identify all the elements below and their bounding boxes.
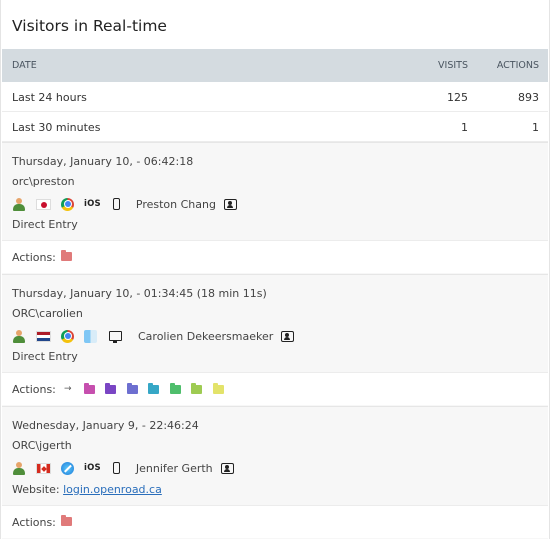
safari-icon — [61, 461, 74, 475]
table-header: DATE VISITS ACTIONS — [2, 49, 548, 82]
visit-user: orc\preston — [12, 175, 75, 188]
referrer-link[interactable]: login.openroad.ca — [63, 483, 162, 496]
folder-icon[interactable] — [83, 382, 95, 394]
visitor-profile-icon[interactable] — [12, 197, 26, 211]
visit-icons: iOS Preston Chang — [12, 196, 247, 212]
visit-datetime: Wednesday, January 9, - 22:46:24 — [12, 419, 199, 432]
visit-referrer: Direct Entry — [12, 218, 78, 231]
actions-label: Actions: — [12, 516, 56, 529]
visit-user: ORC\jgerth — [12, 439, 72, 452]
folder-icon[interactable] — [191, 382, 203, 394]
desktop-icon — [109, 331, 122, 343]
widget-title: Visitors in Real-time — [12, 17, 167, 35]
folder-icon[interactable] — [105, 382, 117, 394]
visitor-name: Preston Chang — [135, 197, 216, 211]
finder-icon — [84, 329, 97, 343]
arrow-icon: → — [64, 384, 72, 394]
visit-entry: Thursday, January 10, - 06:42:18 orc\pre… — [2, 142, 548, 274]
flag-japan-icon — [36, 198, 51, 210]
column-date: DATE — [12, 60, 37, 71]
chrome-icon — [61, 329, 74, 343]
table-row: Last 30 minutes 1 1 — [2, 112, 548, 142]
visit-actions: Actions: — [2, 505, 548, 538]
column-visits: VISITS — [438, 60, 468, 71]
row-actions: 1 — [532, 121, 539, 134]
folder-icon[interactable] — [148, 382, 160, 394]
row-actions: 893 — [518, 91, 539, 104]
row-label: Last 30 minutes — [12, 121, 101, 134]
visitor-name: Carolien Dekeersmaeker — [138, 329, 274, 343]
referrer-label: Website: — [12, 483, 60, 496]
contact-card-icon[interactable] — [223, 198, 237, 210]
smartphone-icon — [112, 462, 120, 474]
visit-icons: Carolien Dekeersmaeker — [12, 328, 304, 344]
ios-icon: iOS — [84, 463, 101, 473]
contact-card-icon[interactable] — [220, 462, 234, 474]
table-row: Last 24 hours 125 893 — [2, 82, 548, 112]
folder-icon[interactable] — [61, 515, 72, 526]
visit-user: ORC\carolien — [12, 307, 83, 320]
ios-icon: iOS — [84, 199, 101, 209]
visit-datetime: Thursday, January 10, - 06:42:18 — [12, 155, 194, 168]
flag-canada-icon — [36, 462, 51, 474]
action-icons: → — [64, 382, 234, 394]
smartphone-icon — [112, 198, 120, 210]
visit-entry: Thursday, January 10, - 01:34:45 (18 min… — [2, 274, 548, 406]
actions-label: Actions: — [12, 383, 56, 396]
row-visits: 1 — [461, 121, 468, 134]
chrome-icon — [61, 197, 74, 211]
actions-label: Actions: — [12, 251, 56, 264]
action-icons — [61, 515, 83, 526]
visitor-profile-icon[interactable] — [12, 461, 26, 475]
column-actions: ACTIONS — [496, 60, 539, 71]
row-visits: 125 — [447, 91, 468, 104]
visit-referrer: Direct Entry — [12, 350, 78, 363]
visitors-realtime-widget: Visitors in Real-time DATE VISITS ACTION… — [0, 0, 550, 539]
visit-entry: Wednesday, January 9, - 22:46:24 ORC\jge… — [2, 406, 548, 539]
folder-icon[interactable] — [126, 382, 138, 394]
flag-netherlands-icon — [36, 330, 51, 342]
contact-card-icon[interactable] — [281, 330, 295, 342]
visit-icons: iOS Jennifer Gerth — [12, 460, 244, 476]
visit-datetime: Thursday, January 10, - 01:34:45 (18 min… — [12, 287, 267, 300]
row-label: Last 24 hours — [12, 91, 87, 104]
folder-icon[interactable] — [61, 250, 72, 261]
folder-icon[interactable] — [169, 382, 181, 394]
action-icons — [61, 250, 83, 261]
visit-actions: Actions: → — [2, 372, 548, 405]
visitor-profile-icon[interactable] — [12, 329, 26, 343]
visitor-name: Jennifer Gerth — [135, 461, 213, 475]
folder-icon[interactable] — [212, 382, 224, 394]
visit-actions: Actions: — [2, 240, 548, 273]
visit-referrer: Website: login.openroad.ca — [12, 483, 162, 496]
